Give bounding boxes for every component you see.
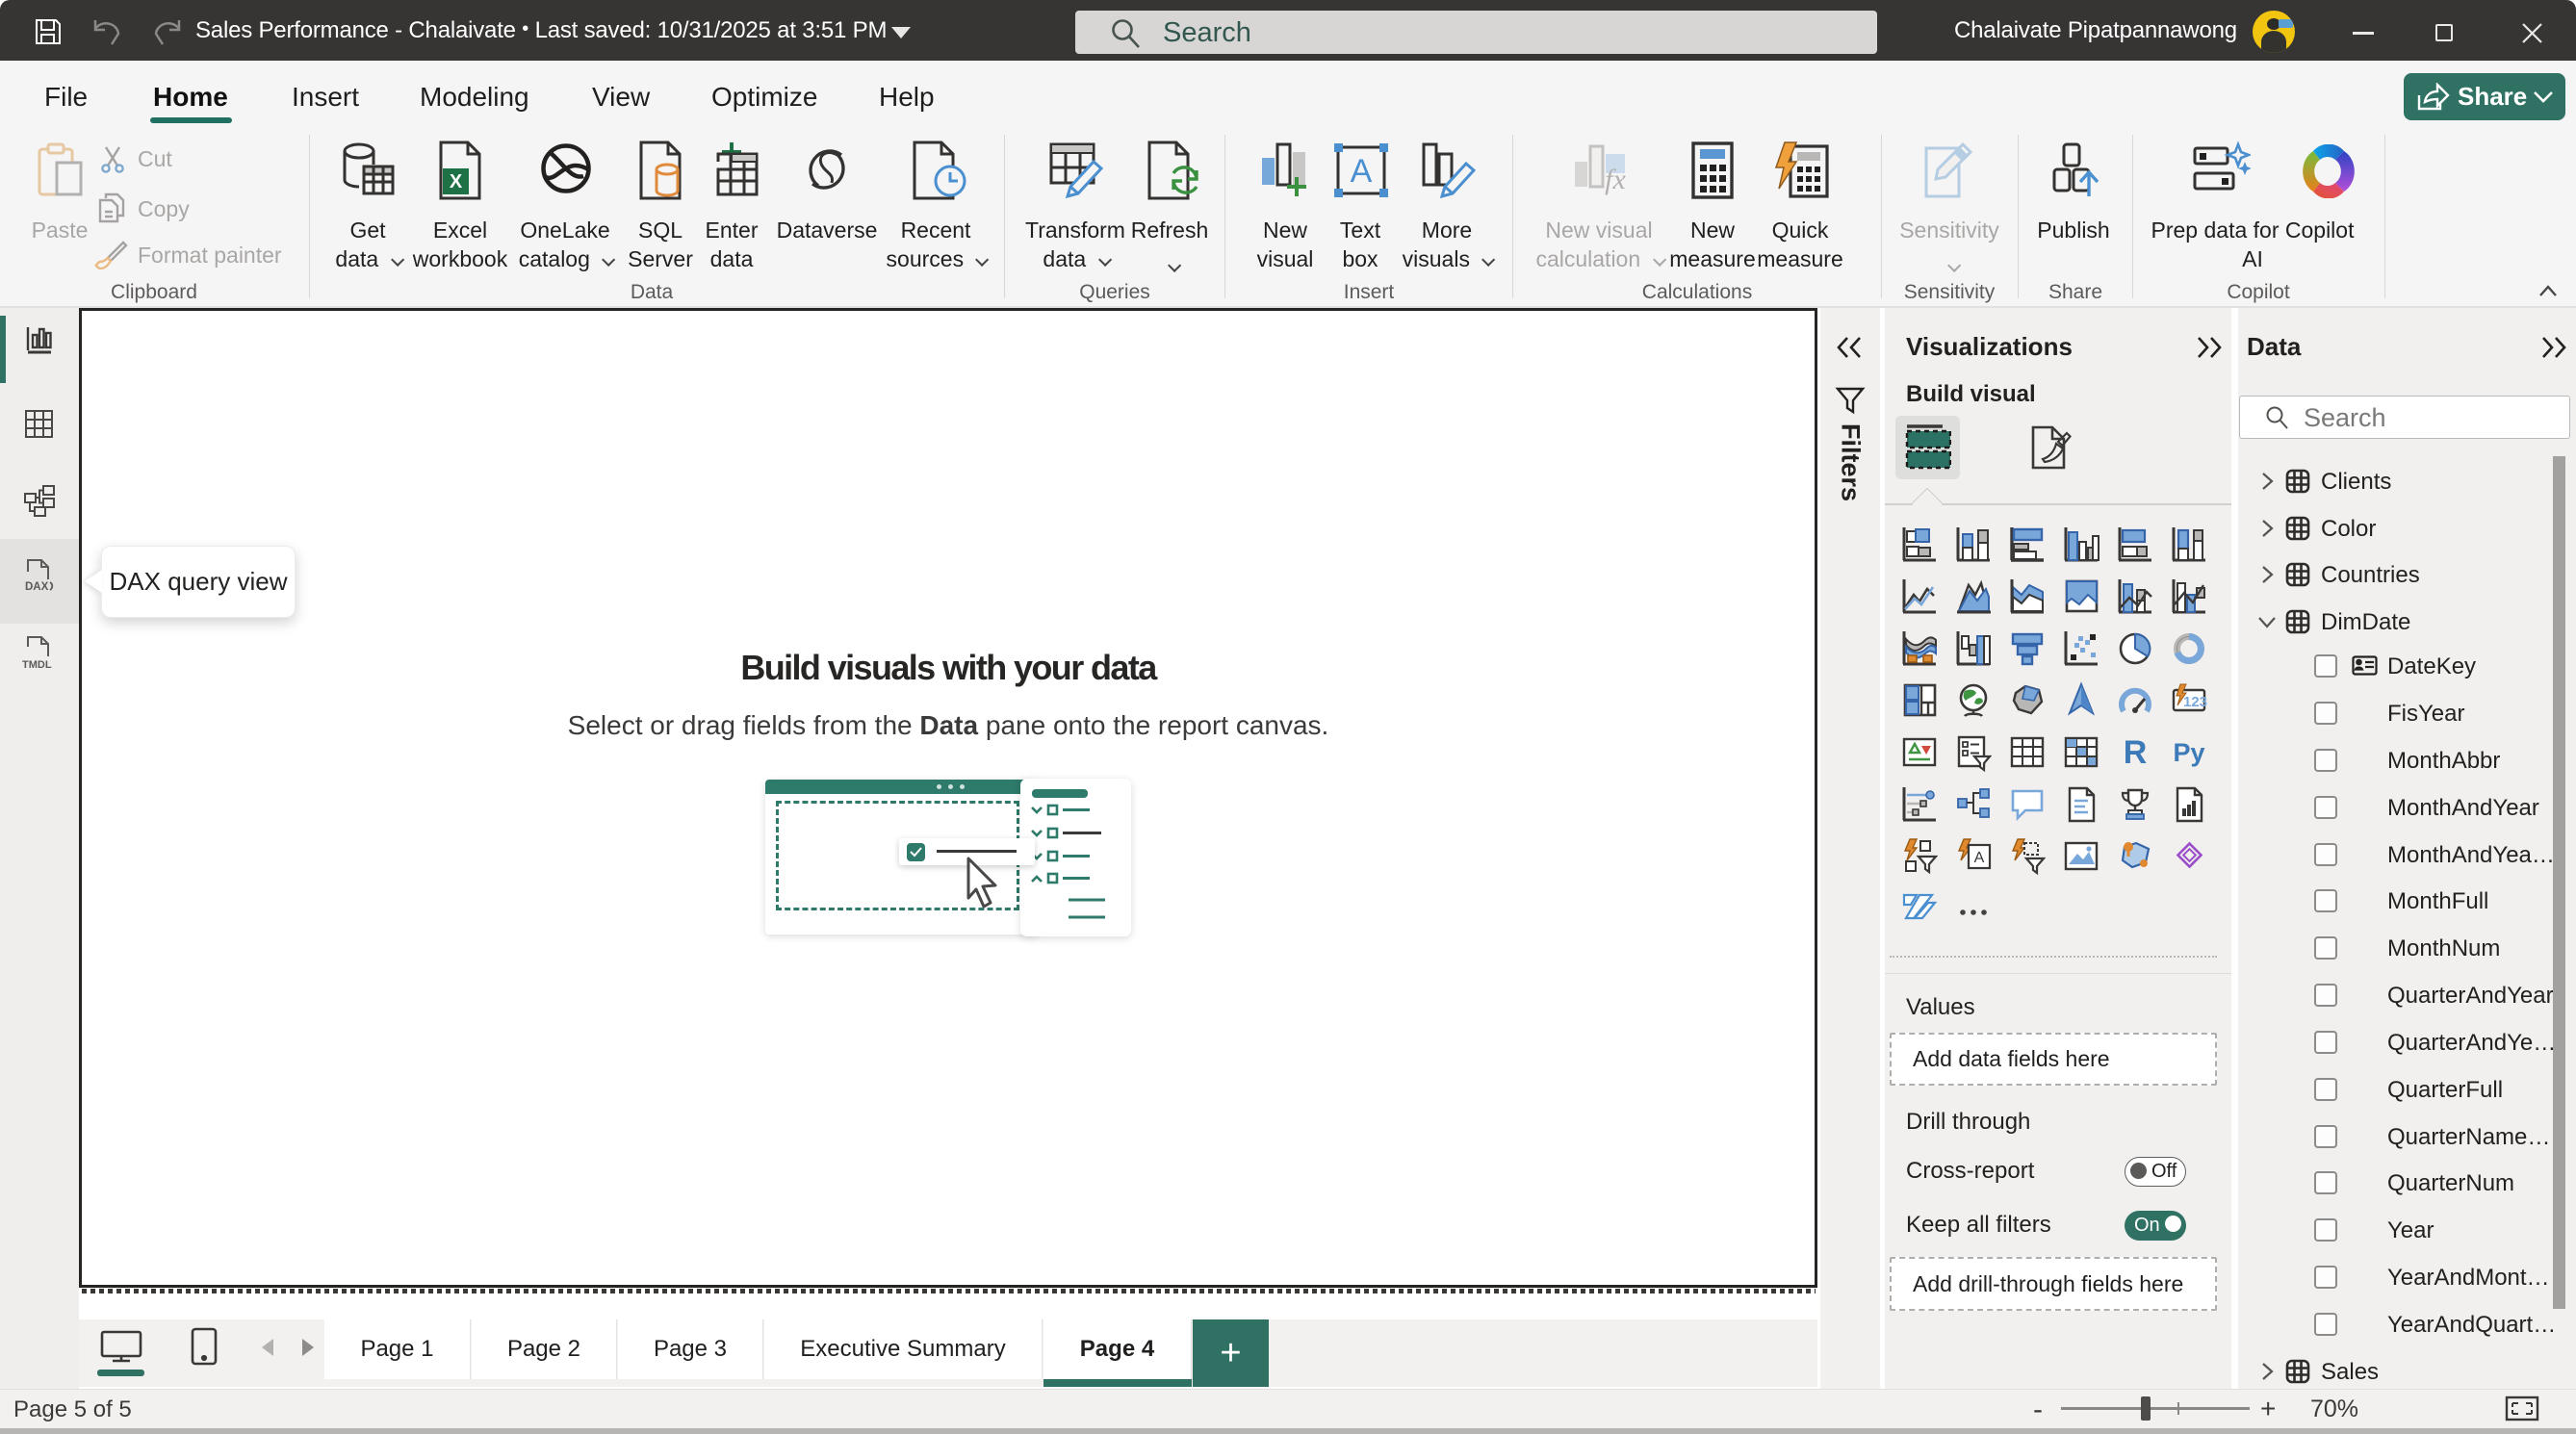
svg-text:DAX: DAX: [25, 581, 49, 593]
svg-text:A: A: [1974, 850, 1985, 866]
svg-text:A: A: [1351, 153, 1373, 190]
svg-text:R: R: [2124, 734, 2148, 771]
svg-text:Py: Py: [2173, 738, 2204, 767]
svg-text:123: 123: [2183, 694, 2207, 710]
svg-text:fx: fx: [1605, 164, 1626, 195]
svg-text:TMDL: TMDL: [22, 659, 52, 671]
svg-text:X: X: [450, 171, 463, 192]
